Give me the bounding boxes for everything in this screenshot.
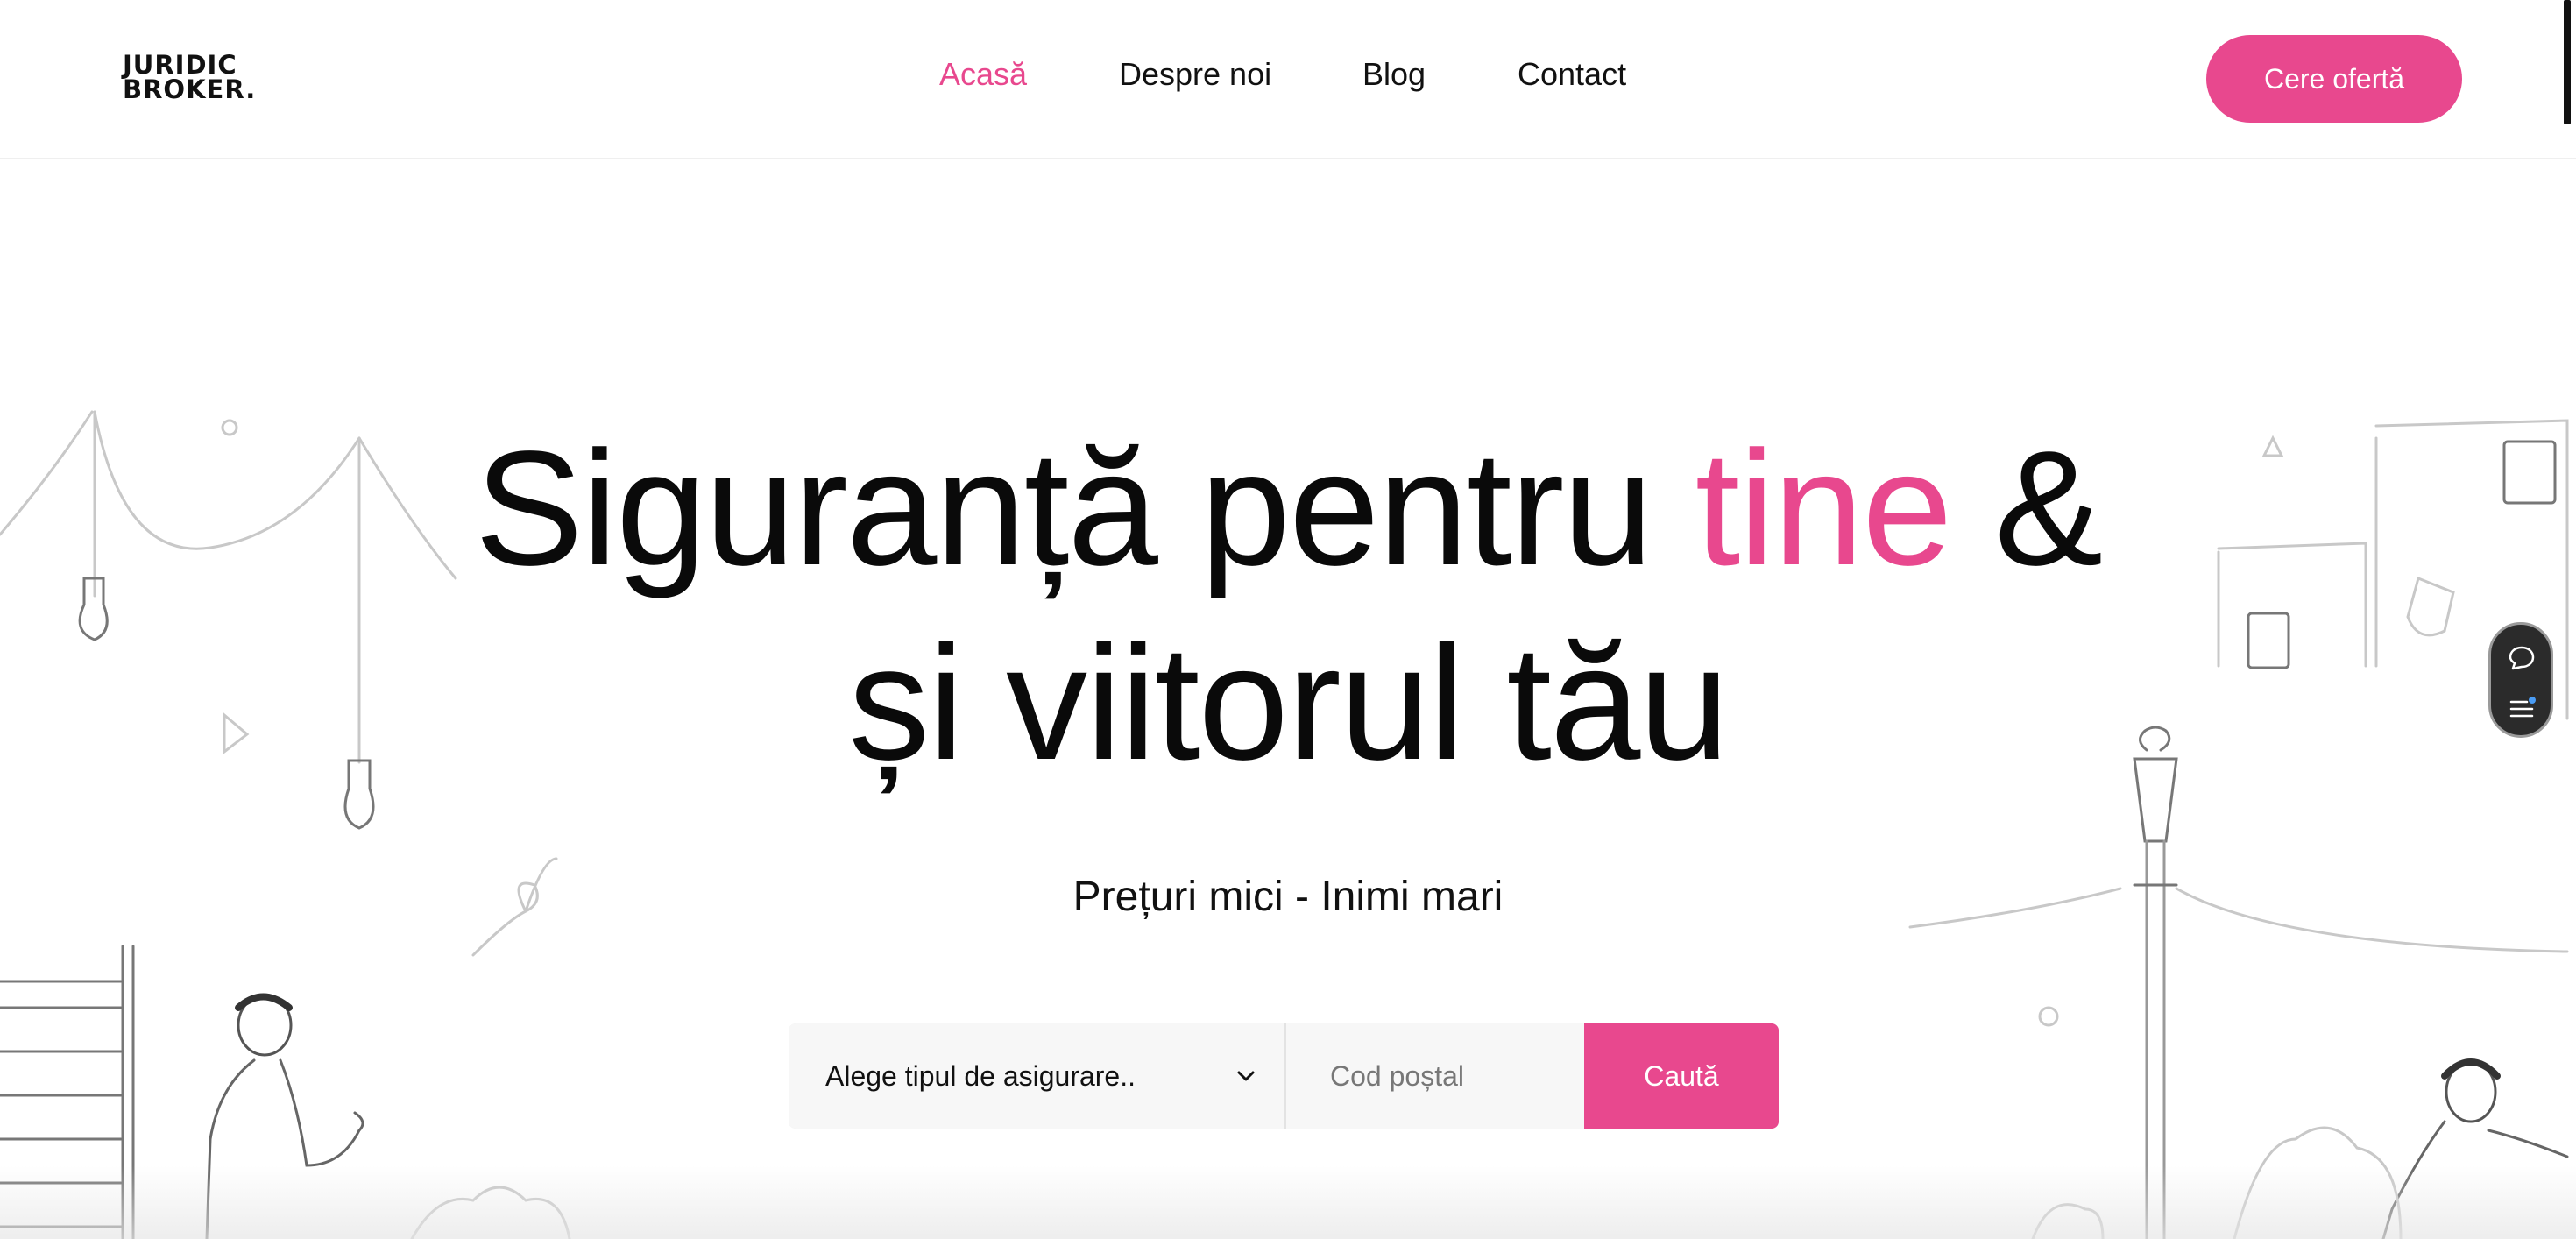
nav-item-blog[interactable]: Blog [1362,56,1426,93]
insurance-search-bar: Alege tipul de asigurare.. Caută [789,1023,1779,1129]
hero-title-part2: & [1950,418,2103,599]
insurance-type-value: Alege tipul de asigurare.. [825,1059,1136,1092]
postal-code-input[interactable] [1286,1023,1584,1129]
scrollbar-thumb[interactable] [2564,0,2571,124]
main-nav: Acasă Despre noi Blog Contact [0,56,2576,100]
chevron-down-icon [1237,1071,1255,1081]
chat-bubble-icon[interactable] [2506,642,2537,674]
nav-item-acasa[interactable]: Acasă [939,56,1027,93]
hero-tagline: Prețuri mici - Inimi mari [1072,874,1504,920]
nav-item-contact[interactable]: Contact [1518,56,1626,93]
floating-widget [2488,622,2553,738]
insurance-type-select[interactable]: Alege tipul de asigurare.. [789,1023,1286,1129]
site-header: JURIDIC BROKER. Acasă Despre noi Blog Co… [0,0,2576,159]
hero-title-accent: tine [1695,418,1953,599]
nav-item-despre-noi[interactable]: Despre noi [1119,56,1271,93]
request-offer-button[interactable]: Cere ofertă [2206,35,2462,123]
menu-notification-icon[interactable] [2506,693,2537,725]
hero-title-part1: Siguranță pentru [474,418,1695,599]
hero-title-line2: și viitorul tău [848,612,1730,794]
bottom-fade [0,1165,2576,1239]
hero-title: Siguranță pentru tine & și viitorul tău [324,412,2252,801]
search-button[interactable]: Caută [1584,1023,1779,1129]
